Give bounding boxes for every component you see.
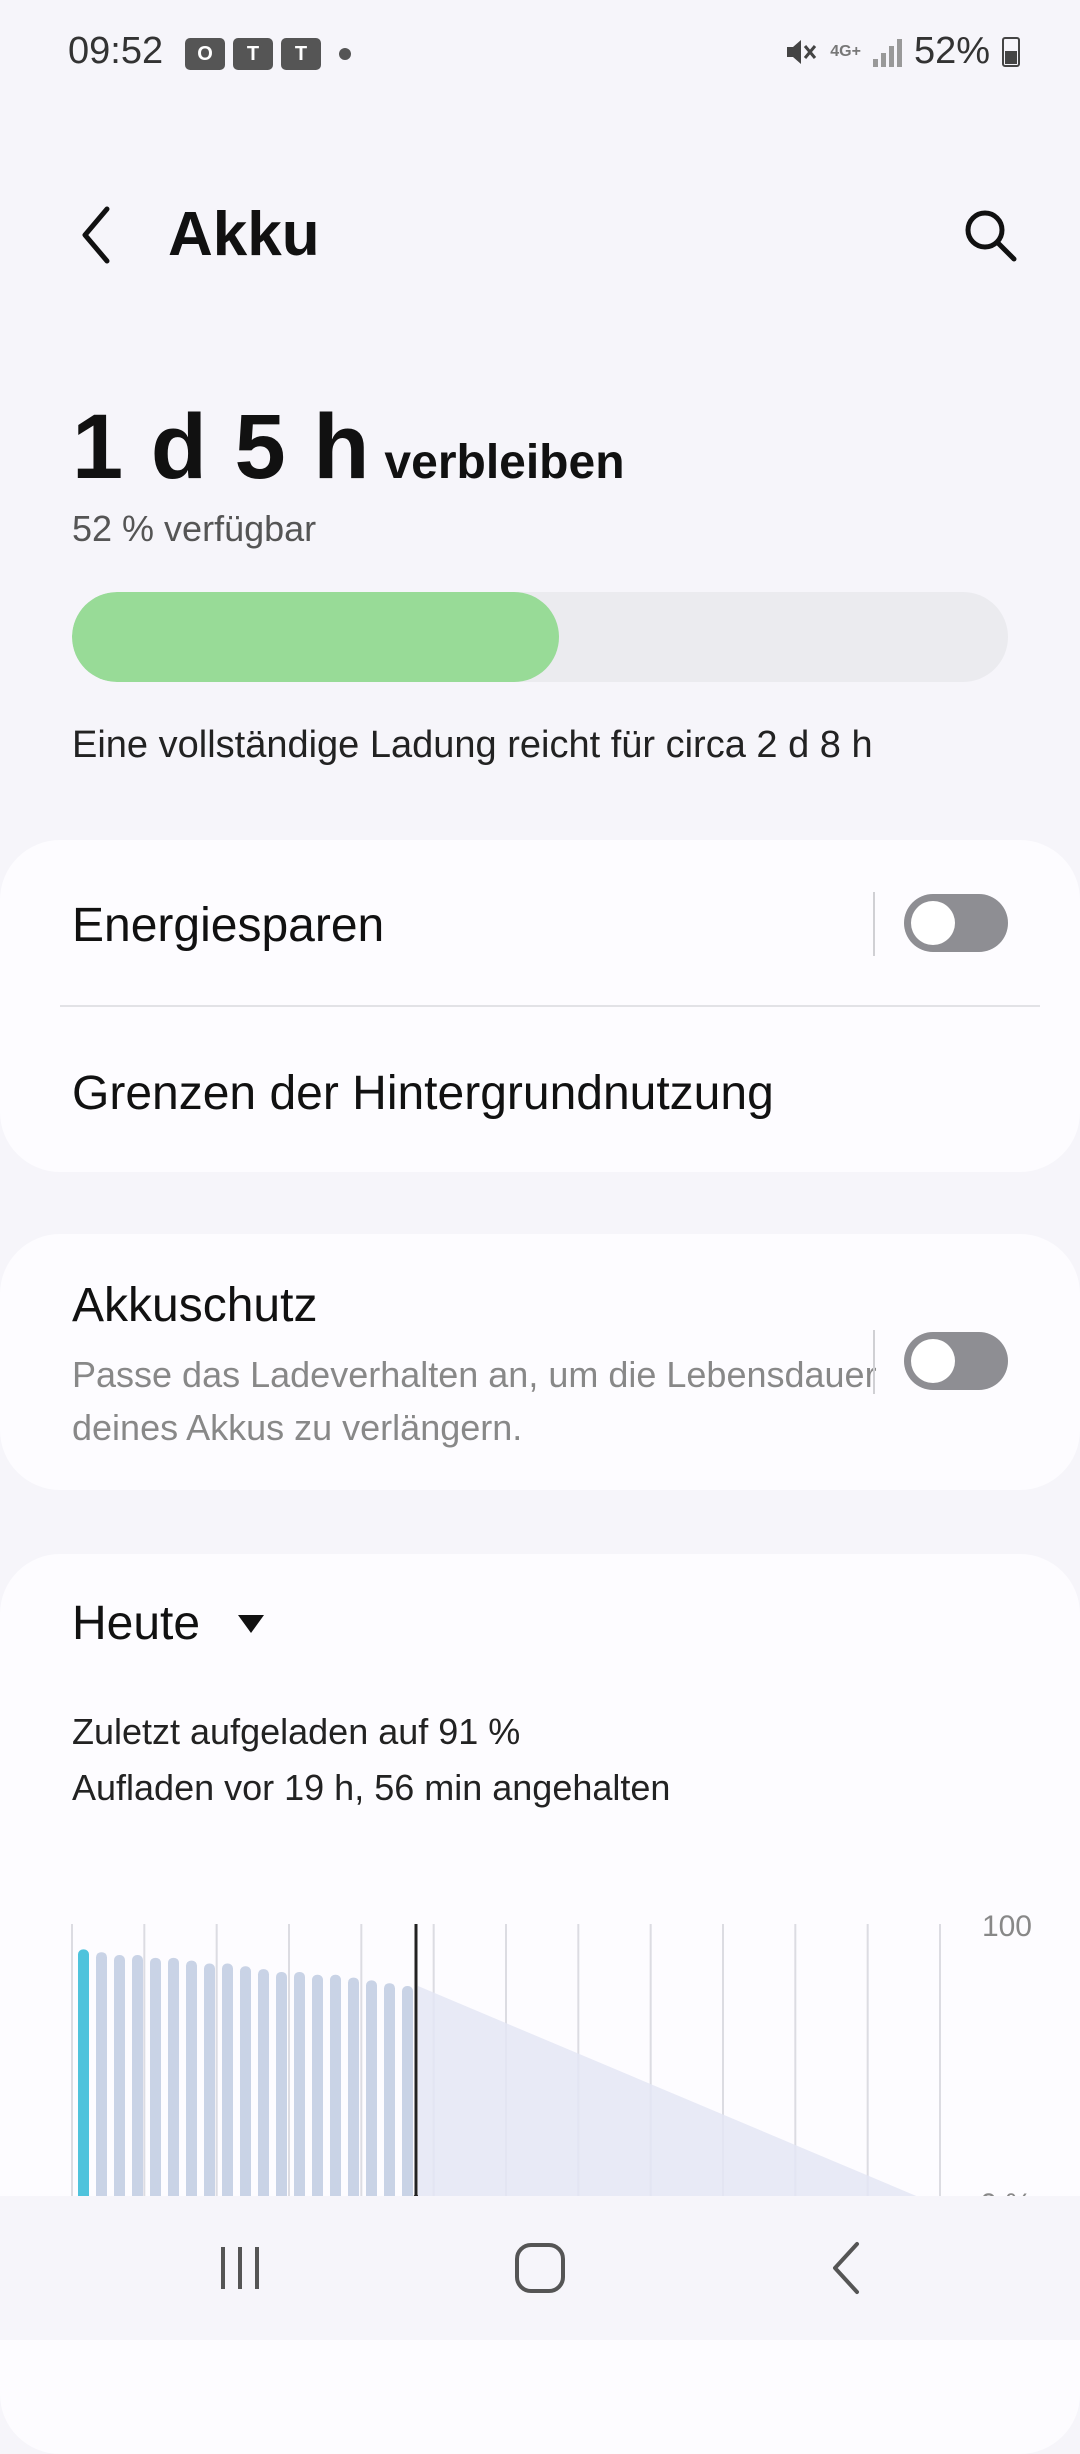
usage-bar	[204, 1963, 215, 2206]
background-limits-item[interactable]: Grenzen der Hintergrundnutzung	[72, 1066, 774, 1121]
battery-protection-description: Passe das Ladeverhalten an, um die Leben…	[72, 1354, 877, 1448]
usage-bar	[222, 1963, 233, 2206]
usage-bar	[330, 1974, 341, 2206]
full-charge-estimate: Eine vollständige Ladung reicht für circ…	[72, 724, 873, 766]
usage-bar	[78, 1949, 89, 2206]
usage-bar	[186, 1960, 197, 2206]
search-button[interactable]	[955, 200, 1025, 270]
remaining-time: 1 d 5 h	[72, 396, 371, 498]
recent-apps-button[interactable]	[195, 2226, 285, 2310]
usage-bar	[132, 1955, 143, 2206]
usage-bar	[294, 1971, 305, 2206]
remaining-suffix: verbleiben	[384, 436, 625, 489]
y-tick-label: 100	[982, 1910, 1032, 1943]
search-icon	[965, 210, 1017, 262]
app-bar: Akku	[0, 170, 1080, 300]
notification-icons: O T T	[185, 38, 351, 70]
divider	[873, 892, 875, 956]
usage-bar	[276, 1971, 287, 2206]
network-type: 4G+	[830, 42, 861, 60]
signal-icon	[872, 37, 902, 67]
usage-bar	[258, 1969, 269, 2206]
home-icon	[515, 2243, 565, 2293]
battery-remaining: 1 d 5 h verbleiben	[72, 395, 625, 500]
usage-bar	[96, 1952, 107, 2206]
usage-bar	[114, 1955, 125, 2206]
usage-bar	[312, 1974, 323, 2206]
outlook-icon: O	[185, 38, 225, 70]
row-divider	[60, 1005, 1040, 1007]
back-nav-button[interactable]	[800, 2226, 890, 2310]
back-button[interactable]	[62, 200, 132, 270]
power-saving-label[interactable]: Energiesparen	[72, 898, 384, 953]
status-right: 4G+ 52%	[784, 30, 1020, 73]
usage-bar	[240, 1966, 251, 2206]
status-time: 09:52	[68, 30, 164, 72]
back-chevron-icon	[82, 206, 110, 264]
teams-icon: T	[233, 38, 273, 70]
home-button[interactable]	[495, 2226, 585, 2310]
teams-icon: T	[281, 38, 321, 70]
usage-bar	[168, 1957, 179, 2206]
prediction-area	[418, 1986, 940, 2206]
usage-bar	[384, 1983, 395, 2206]
divider	[873, 1330, 875, 1394]
status-bar: 09:52 O T T 4G+ 52%	[0, 0, 1080, 110]
toggle-knob	[911, 1339, 955, 1383]
usage-bar	[366, 1980, 377, 2206]
mute-icon	[787, 39, 817, 64]
more-notifications-dot	[339, 48, 351, 60]
battery-protection-label: Akkuschutz	[72, 1279, 318, 1332]
battery-protection-toggle[interactable]	[904, 1332, 1008, 1390]
battery-level-bar	[72, 592, 1008, 682]
battery-protection-card[interactable]: Akkuschutz Passe das Ladeverhalten an, u…	[0, 1234, 1080, 1490]
battery-icon	[1002, 36, 1020, 67]
power-saving-toggle[interactable]	[904, 894, 1008, 952]
navigation-bar	[0, 2196, 1080, 2340]
usage-bar	[348, 1977, 359, 2206]
page-title: Akku	[168, 200, 320, 269]
battery-level-fill	[72, 592, 559, 682]
recent-apps-icon	[221, 2247, 259, 2289]
battery-available: 52 % verfügbar	[72, 508, 317, 549]
usage-bar	[402, 1986, 413, 2206]
back-nav-icon	[833, 2242, 859, 2294]
battery-percent: 52%	[913, 30, 990, 72]
settings-card: Energiesparen Grenzen der Hintergrundnut…	[0, 840, 1080, 1172]
usage-bar	[150, 1957, 161, 2206]
toggle-knob	[911, 901, 955, 945]
